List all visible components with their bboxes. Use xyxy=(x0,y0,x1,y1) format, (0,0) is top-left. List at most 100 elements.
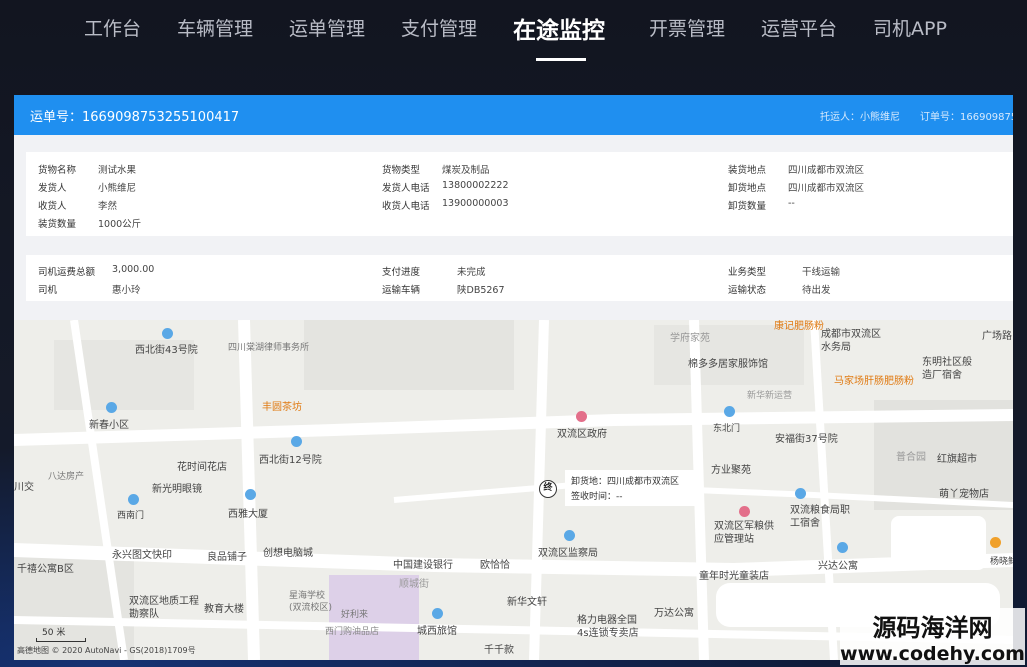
sender-phone-value: 13800002222 xyxy=(442,180,509,191)
poi-chengxi-hotel: 城西旅馆 xyxy=(417,626,457,637)
load-qty-value: 1000公斤 xyxy=(98,219,142,230)
poi-xibeijie43: 西北街43号院 xyxy=(135,345,198,356)
poi-yangxiaoxian: 杨晓鲜 xyxy=(990,557,1013,567)
poi-qianqian: 千千款 xyxy=(484,645,514,656)
poi-tea-house: 丰圆茶坊 xyxy=(262,402,302,413)
nav-payment-management[interactable]: 支付管理 xyxy=(401,14,477,41)
receiver-phone-label: 收货人电话 xyxy=(382,201,430,212)
nav-invoice-management[interactable]: 开票管理 xyxy=(649,14,725,41)
poi-grain-depot: 双流区军粮供应管理站 xyxy=(714,521,774,545)
poi-xinhua: 新华文轩 xyxy=(507,597,547,608)
poi-ouqiaqia: 欧恰恰 xyxy=(480,560,510,571)
nav-driver-app[interactable]: 司机APP xyxy=(873,14,947,41)
poi-law-firm: 四川棠湖律师事务所 xyxy=(228,343,310,353)
vehicle-label: 运输车辆 xyxy=(382,285,421,296)
poi-fangye: 方业聚苑 xyxy=(711,465,751,476)
poi-water-bureau: 成都市双流区水务局 xyxy=(821,329,881,353)
payment-progress-value: 未完成 xyxy=(457,267,486,278)
nav-waybill-management[interactable]: 运单管理 xyxy=(289,14,365,41)
driver-fee-value: 3,000.00 xyxy=(112,264,155,275)
map-marker-icon xyxy=(990,537,1001,548)
poi-glasses: 新光明眼镜 xyxy=(152,484,202,495)
poi-flower-shop: 花时间花店 xyxy=(177,462,227,473)
nav-vehicle-management[interactable]: 车辆管理 xyxy=(177,14,253,41)
transport-status-label: 运输状态 xyxy=(728,285,767,296)
map-marker-icon xyxy=(432,608,443,619)
government-marker-icon xyxy=(576,411,587,422)
nav-active-underline xyxy=(536,58,586,61)
load-qty-label: 装货数量 xyxy=(38,219,77,230)
top-navigation: 工作台 车辆管理 运单管理 支付管理 在途监控 开票管理 运营平台 司机APP xyxy=(0,0,1027,62)
cargo-info-panel: 货物名称 测试水果 货物类型 煤炭及制品 装货地点 四川成都市双流区 发货人 小… xyxy=(26,152,1013,236)
poi-xinhua-new: 新华新运营 xyxy=(747,391,793,401)
poi-kangji: 康记肥肠粉 xyxy=(774,321,824,332)
popup-receive-time: 签收时间：-- xyxy=(571,492,623,502)
poi-xinchun: 新春小区 xyxy=(89,420,129,431)
site-watermark: 源码海洋网 www.codehy.com xyxy=(840,608,1025,665)
poi-grain-dorm: 双流粮食局职工宿舍 xyxy=(790,505,850,529)
receiver-label: 收货人 xyxy=(38,201,67,212)
waybill-header: 运单号：1669098753255100417 托运人：小熊维尼 订单号：166… xyxy=(14,95,1013,135)
transport-status-value: 待出发 xyxy=(802,285,831,296)
poi-survey-team: 双流区地质工程勘察队 xyxy=(129,596,199,620)
map-copyright: 高德地图 © 2020 AutoNavi - GS(2018)1709号 xyxy=(17,646,196,655)
poi-holiland: 好利来 xyxy=(341,610,369,620)
driver-fee-label: 司机运费总额 xyxy=(38,267,96,278)
receiver-value: 李然 xyxy=(98,201,118,212)
nav-transit-monitoring[interactable]: 在途监控 xyxy=(513,11,605,45)
map-marker-icon xyxy=(739,506,750,517)
map-scale-label: 50 米 xyxy=(42,628,66,638)
poi-supervision: 双流区监察局 xyxy=(538,548,598,559)
poi-print-shop: 永兴图文快印 xyxy=(112,550,172,561)
order-number: 订单号：166909875 xyxy=(920,112,1013,123)
poi-gree: 格力电器全国4s连锁专卖店 xyxy=(577,615,639,639)
load-location-value: 四川成都市双流区 xyxy=(788,165,865,176)
poi-wanda: 万达公寓 xyxy=(654,608,694,619)
shipper-name: 托运人：小熊维尼 xyxy=(820,112,900,123)
nav-operations-platform[interactable]: 运营平台 xyxy=(761,14,837,41)
unload-info-popup: 卸货地：四川成都市双流区 签收时间：-- xyxy=(565,470,700,506)
destination-pin-icon[interactable]: 终 xyxy=(539,480,557,498)
poi-home-apparel: 棉多多居家服饰馆 xyxy=(688,359,768,370)
unload-qty-value: -- xyxy=(788,198,795,209)
unload-location-label: 卸货地点 xyxy=(728,183,767,194)
payment-info-panel: 司机运费总额 3,000.00 支付进度 未完成 业务类型 干线运输 司机 惠小… xyxy=(26,255,1013,301)
poi-hongqi: 红旗超市 xyxy=(937,454,977,465)
poi-qianxi-b: 千禧公寓B区 xyxy=(17,564,74,575)
cargo-name-label: 货物名称 xyxy=(38,165,77,176)
cargo-type-label: 货物类型 xyxy=(382,165,421,176)
map-marker-icon xyxy=(291,436,302,447)
popup-unload-location: 卸货地：四川成都市双流区 xyxy=(571,477,680,487)
waybill-detail-card: 运单号：1669098753255100417 托运人：小熊维尼 订单号：166… xyxy=(14,95,1013,660)
poi-ccb: 中国建设银行 xyxy=(393,560,453,571)
poi-pet-shop: 萌丫宠物店 xyxy=(939,489,989,500)
watermark-title: 源码海洋网 xyxy=(840,608,1025,643)
blank-overlay xyxy=(891,516,986,570)
poi-liangpin: 良品铺子 xyxy=(207,552,247,563)
poi-computer-city: 创想电脑城 xyxy=(263,548,313,559)
poi-guangchang-road: 广场路 xyxy=(982,331,1012,342)
cargo-name-value: 测试水果 xyxy=(98,165,137,176)
payment-progress-label: 支付进度 xyxy=(382,267,421,278)
map-marker-icon xyxy=(564,530,575,541)
poi-education-building: 教育大楼 xyxy=(204,604,244,615)
sender-value: 小熊维尼 xyxy=(98,183,137,194)
business-type-value: 干线运输 xyxy=(802,267,841,278)
poi-chuanjiao: 川交 xyxy=(14,482,34,493)
map-marker-icon xyxy=(128,494,139,505)
business-type-label: 业务类型 xyxy=(728,267,767,278)
nav-workbench[interactable]: 工作台 xyxy=(84,14,141,41)
driver-label: 司机 xyxy=(38,285,58,296)
poi-xingda: 兴达公寓 xyxy=(818,561,858,572)
map-marker-icon xyxy=(724,406,735,417)
map-marker-icon xyxy=(245,489,256,500)
vehicle-value: 陕DB5267 xyxy=(457,285,505,296)
map-scale-bar xyxy=(36,638,86,642)
map-marker-icon xyxy=(106,402,117,413)
cargo-type-value: 煤炭及制品 xyxy=(442,165,490,176)
poi-majiachang: 马家场肝肠肥肠粉 xyxy=(834,376,914,387)
poi-xibeijie12: 西北街12号院 xyxy=(259,455,322,466)
poi-northeast-gate: 东北门 xyxy=(713,424,741,434)
waybill-number: 运单号：1669098753255100417 xyxy=(30,110,240,125)
poi-puheyuan: 普合园 xyxy=(896,452,926,463)
